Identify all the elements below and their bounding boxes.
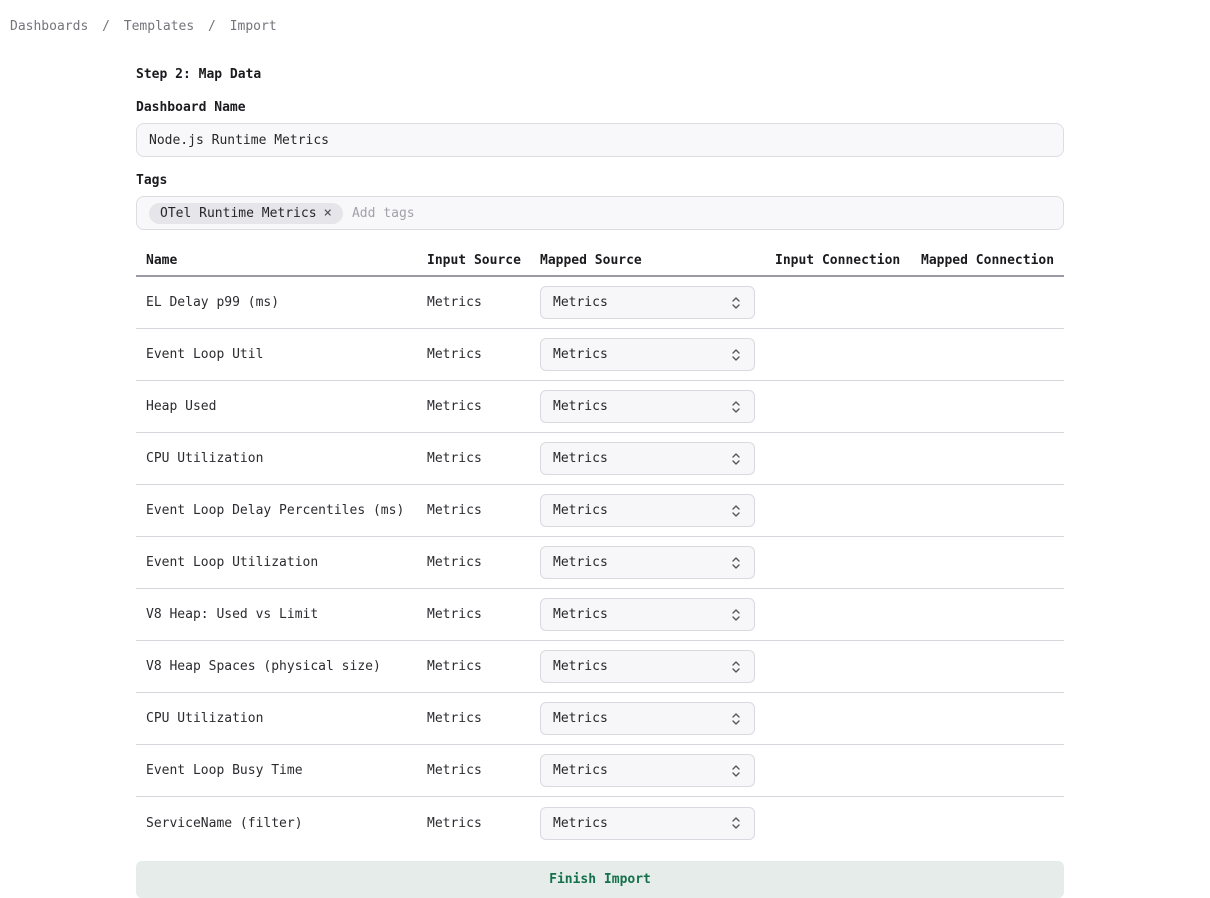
table-row: Event Loop Util Metrics Metrics <box>136 329 1064 381</box>
column-header-mapped-connection: Mapped Connection <box>921 253 1064 268</box>
unfold-more-icon <box>730 608 742 622</box>
unfold-more-icon <box>730 556 742 570</box>
row-input-source: Metrics <box>427 295 540 310</box>
mapped-source-value: Metrics <box>553 763 608 778</box>
tags-input[interactable]: OTel Runtime Metrics × Add tags <box>136 196 1064 230</box>
table-body: EL Delay p99 (ms) Metrics Metrics Event … <box>136 277 1064 849</box>
mapped-source-select[interactable]: Metrics <box>540 286 755 319</box>
unfold-more-icon <box>730 452 742 466</box>
tag-chip-label: OTel Runtime Metrics <box>160 206 317 221</box>
table-row: CPU Utilization Metrics Metrics <box>136 433 1064 485</box>
dashboard-name-input[interactable] <box>136 123 1064 157</box>
tag-chip: OTel Runtime Metrics × <box>149 203 343 224</box>
mapped-source-select[interactable]: Metrics <box>540 650 755 683</box>
mapped-source-value: Metrics <box>553 295 608 310</box>
table-header-row: Name Input Source Mapped Source Input Co… <box>136 253 1064 277</box>
mapped-source-select[interactable]: Metrics <box>540 546 755 579</box>
row-name: Event Loop Utilization <box>136 555 427 570</box>
unfold-more-icon <box>730 348 742 362</box>
finish-import-button[interactable]: Finish Import <box>136 861 1064 898</box>
mapped-source-value: Metrics <box>553 503 608 518</box>
import-step2-panel: Step 2: Map Data Dashboard Name Tags OTe… <box>136 67 1064 898</box>
mapped-source-value: Metrics <box>553 816 608 831</box>
breadcrumb-separator: / <box>102 19 110 34</box>
column-header-mapped-source: Mapped Source <box>540 253 775 268</box>
row-name: EL Delay p99 (ms) <box>136 295 427 310</box>
unfold-more-icon <box>730 712 742 726</box>
unfold-more-icon <box>730 816 742 830</box>
mapped-source-select[interactable]: Metrics <box>540 807 755 840</box>
table-row: Event Loop Busy Time Metrics Metrics <box>136 745 1064 797</box>
mapped-source-value: Metrics <box>553 555 608 570</box>
tags-placeholder: Add tags <box>352 206 415 221</box>
column-header-input-connection: Input Connection <box>775 253 921 268</box>
table-row: ServiceName (filter) Metrics Metrics <box>136 797 1064 849</box>
unfold-more-icon <box>730 400 742 414</box>
mapping-table: Name Input Source Mapped Source Input Co… <box>136 253 1064 849</box>
breadcrumb: Dashboards / Templates / Import <box>0 0 1210 34</box>
row-name: Event Loop Util <box>136 347 427 362</box>
row-input-source: Metrics <box>427 711 540 726</box>
row-name: Event Loop Busy Time <box>136 763 427 778</box>
mapped-source-value: Metrics <box>553 451 608 466</box>
row-name: Heap Used <box>136 399 427 414</box>
mapped-source-value: Metrics <box>553 399 608 414</box>
mapped-source-value: Metrics <box>553 347 608 362</box>
mapped-source-select[interactable]: Metrics <box>540 754 755 787</box>
mapped-source-select[interactable]: Metrics <box>540 702 755 735</box>
mapped-source-value: Metrics <box>553 659 608 674</box>
breadcrumb-item-dashboards[interactable]: Dashboards <box>10 19 88 34</box>
row-name: ServiceName (filter) <box>136 816 427 831</box>
tags-label: Tags <box>136 173 1064 188</box>
mapped-source-select[interactable]: Metrics <box>540 494 755 527</box>
row-name: Event Loop Delay Percentiles (ms) <box>136 503 427 518</box>
row-input-source: Metrics <box>427 816 540 831</box>
table-row: Event Loop Delay Percentiles (ms) Metric… <box>136 485 1064 537</box>
table-row: V8 Heap Spaces (physical size) Metrics M… <box>136 641 1064 693</box>
table-row: V8 Heap: Used vs Limit Metrics Metrics <box>136 589 1064 641</box>
row-input-source: Metrics <box>427 607 540 622</box>
table-row: EL Delay p99 (ms) Metrics Metrics <box>136 277 1064 329</box>
tag-remove-icon[interactable]: × <box>324 206 332 220</box>
row-input-source: Metrics <box>427 763 540 778</box>
row-name: V8 Heap: Used vs Limit <box>136 607 427 622</box>
row-input-source: Metrics <box>427 347 540 362</box>
dashboard-name-label: Dashboard Name <box>136 100 1064 115</box>
column-header-input-source: Input Source <box>427 253 540 268</box>
breadcrumb-item-import: Import <box>230 19 277 34</box>
row-input-source: Metrics <box>427 399 540 414</box>
mapped-source-value: Metrics <box>553 711 608 726</box>
table-row: Heap Used Metrics Metrics <box>136 381 1064 433</box>
row-name: CPU Utilization <box>136 451 427 466</box>
breadcrumb-item-templates[interactable]: Templates <box>124 19 194 34</box>
row-input-source: Metrics <box>427 555 540 570</box>
row-input-source: Metrics <box>427 451 540 466</box>
step-heading: Step 2: Map Data <box>136 67 1064 82</box>
unfold-more-icon <box>730 660 742 674</box>
table-row: Event Loop Utilization Metrics Metrics <box>136 537 1064 589</box>
mapped-source-value: Metrics <box>553 607 608 622</box>
breadcrumb-separator: / <box>208 19 216 34</box>
mapped-source-select[interactable]: Metrics <box>540 442 755 475</box>
mapped-source-select[interactable]: Metrics <box>540 598 755 631</box>
mapped-source-select[interactable]: Metrics <box>540 338 755 371</box>
mapped-source-select[interactable]: Metrics <box>540 390 755 423</box>
table-row: CPU Utilization Metrics Metrics <box>136 693 1064 745</box>
unfold-more-icon <box>730 764 742 778</box>
unfold-more-icon <box>730 504 742 518</box>
column-header-name: Name <box>136 253 427 268</box>
row-name: CPU Utilization <box>136 711 427 726</box>
row-input-source: Metrics <box>427 503 540 518</box>
row-name: V8 Heap Spaces (physical size) <box>136 659 427 674</box>
row-input-source: Metrics <box>427 659 540 674</box>
unfold-more-icon <box>730 296 742 310</box>
